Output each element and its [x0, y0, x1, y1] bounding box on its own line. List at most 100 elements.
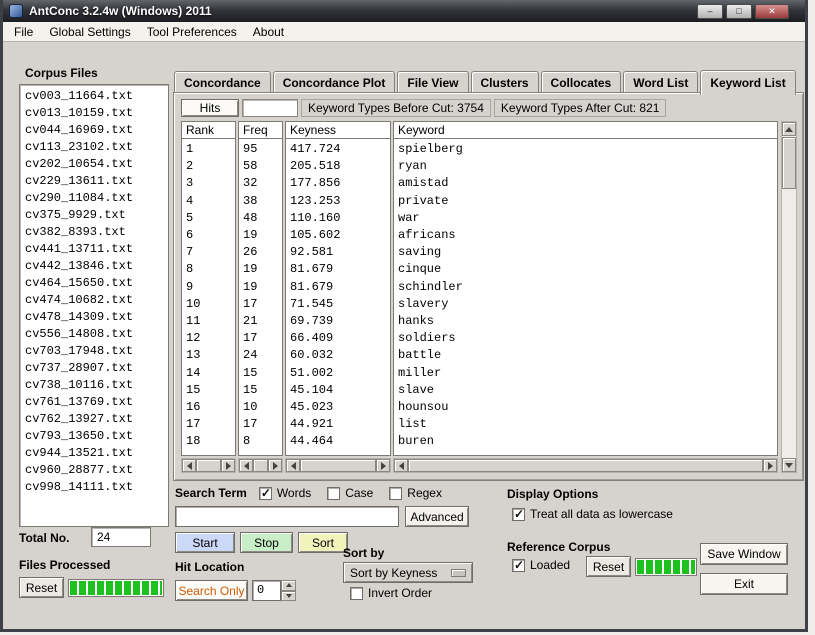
tab-concordance[interactable]: Concordance [174, 71, 271, 93]
scroll-right-button[interactable] [221, 459, 235, 472]
cell-keyness[interactable]: 123.253 [290, 193, 386, 210]
horizontal-scrollbar[interactable] [181, 458, 236, 473]
tab-file-view[interactable]: File View [397, 71, 468, 93]
cell-keyword[interactable]: ryan [398, 158, 773, 175]
hit-location-value[interactable]: 0 [252, 580, 281, 601]
scrollbar-thumb[interactable] [253, 459, 268, 472]
case-checkbox[interactable]: Case [327, 486, 373, 500]
sort-button[interactable]: Sort [298, 532, 348, 553]
files-reset-button[interactable]: Reset [19, 577, 64, 598]
cell-freq[interactable]: 24 [243, 347, 278, 364]
cell-keyword[interactable]: soldiers [398, 330, 773, 347]
invert-order-checkbox[interactable]: Invert Order [350, 586, 432, 600]
cell-rank[interactable]: 13 [186, 347, 231, 364]
corpus-file[interactable]: cv556_14808.txt [25, 326, 163, 343]
cell-rank[interactable]: 16 [186, 399, 231, 416]
search-only-button[interactable]: Search Only [175, 580, 248, 601]
corpus-file[interactable]: cv761_13769.txt [25, 394, 163, 411]
corpus-file[interactable]: cv998_14111.txt [25, 479, 163, 496]
cell-rank[interactable]: 3 [186, 175, 231, 192]
corpus-file-list[interactable]: cv003_11664.txtcv013_10159.txtcv044_1696… [19, 84, 169, 527]
scroll-right-button[interactable] [268, 459, 282, 472]
save-window-button[interactable]: Save Window [700, 543, 788, 565]
cell-freq[interactable]: 15 [243, 382, 278, 399]
cell-freq[interactable]: 19 [243, 279, 278, 296]
corpus-file[interactable]: cv442_13846.txt [25, 258, 163, 275]
lowercase-checkbox[interactable]: Treat all data as lowercase [512, 507, 673, 521]
hits-button[interactable]: Hits [181, 99, 239, 117]
cell-rank[interactable]: 4 [186, 193, 231, 210]
horizontal-scrollbar[interactable] [238, 458, 283, 473]
scrollbar-thumb[interactable] [196, 459, 221, 472]
cell-keyness[interactable]: 417.724 [290, 141, 386, 158]
tab-clusters[interactable]: Clusters [471, 71, 539, 93]
scroll-right-button[interactable] [763, 459, 777, 472]
cell-keyword[interactable]: amistad [398, 175, 773, 192]
corpus-file[interactable]: cv464_15650.txt [25, 275, 163, 292]
scroll-right-button[interactable] [376, 459, 390, 472]
menu-item-file[interactable]: File [6, 23, 41, 41]
spin-up-button[interactable] [281, 580, 296, 591]
cell-keyword[interactable]: battle [398, 347, 773, 364]
cell-keyness[interactable]: 45.104 [290, 382, 386, 399]
cell-keyword[interactable]: hanks [398, 313, 773, 330]
cell-keyword[interactable]: hounsou [398, 399, 773, 416]
menu-item-global-settings[interactable]: Global Settings [41, 23, 138, 41]
cell-freq[interactable]: 38 [243, 193, 278, 210]
corpus-file[interactable]: cv229_13611.txt [25, 173, 163, 190]
corpus-file[interactable]: cv762_13927.txt [25, 411, 163, 428]
cell-keyword[interactable]: slavery [398, 296, 773, 313]
cell-rank[interactable]: 8 [186, 261, 231, 278]
tab-collocates[interactable]: Collocates [541, 71, 622, 93]
cell-keyness[interactable]: 92.581 [290, 244, 386, 261]
cell-keyness[interactable]: 60.032 [290, 347, 386, 364]
cell-keyword[interactable]: slave [398, 382, 773, 399]
cell-freq[interactable]: 17 [243, 416, 278, 433]
cell-rank[interactable]: 10 [186, 296, 231, 313]
sort-by-dropdown[interactable]: Sort by Keyness [343, 562, 473, 583]
cell-keyness[interactable]: 105.602 [290, 227, 386, 244]
cell-keyness[interactable]: 66.409 [290, 330, 386, 347]
corpus-file[interactable]: cv113_23102.txt [25, 139, 163, 156]
cell-freq[interactable]: 48 [243, 210, 278, 227]
cell-keyword[interactable]: buren [398, 433, 773, 450]
cell-keyword[interactable]: saving [398, 244, 773, 261]
scroll-left-button[interactable] [239, 459, 253, 472]
cell-rank[interactable]: 6 [186, 227, 231, 244]
corpus-file[interactable]: cv738_10116.txt [25, 377, 163, 394]
cell-keyness[interactable]: 205.518 [290, 158, 386, 175]
horizontal-scrollbar[interactable] [285, 458, 391, 473]
cell-keyness[interactable]: 177.856 [290, 175, 386, 192]
scrollbar-track[interactable] [408, 459, 763, 472]
cell-freq[interactable]: 58 [243, 158, 278, 175]
close-button[interactable]: ✕ [755, 4, 789, 19]
cell-keyness[interactable]: 81.679 [290, 261, 386, 278]
minimize-button[interactable]: – [697, 4, 723, 19]
tab-concordance-plot[interactable]: Concordance Plot [273, 71, 396, 93]
corpus-file[interactable]: cv202_10654.txt [25, 156, 163, 173]
corpus-file[interactable]: cv441_13711.txt [25, 241, 163, 258]
corpus-file[interactable]: cv474_10682.txt [25, 292, 163, 309]
cell-freq[interactable]: 26 [243, 244, 278, 261]
advanced-button[interactable]: Advanced [405, 506, 469, 527]
corpus-file[interactable]: cv044_16969.txt [25, 122, 163, 139]
corpus-file[interactable]: cv003_11664.txt [25, 88, 163, 105]
words-checkbox[interactable]: Words [259, 486, 311, 500]
cell-freq[interactable]: 10 [243, 399, 278, 416]
corpus-file[interactable]: cv013_10159.txt [25, 105, 163, 122]
vertical-scrollbar[interactable] [781, 121, 797, 473]
cell-rank[interactable]: 5 [186, 210, 231, 227]
cell-rank[interactable]: 7 [186, 244, 231, 261]
hit-location-spinner[interactable]: 0 [252, 580, 296, 601]
cell-keyness[interactable]: 45.023 [290, 399, 386, 416]
cell-freq[interactable]: 19 [243, 227, 278, 244]
cell-rank[interactable]: 2 [186, 158, 231, 175]
cell-freq[interactable]: 19 [243, 261, 278, 278]
cell-keyword[interactable]: schindler [398, 279, 773, 296]
cell-keyword[interactable]: spielberg [398, 141, 773, 158]
cell-freq[interactable]: 32 [243, 175, 278, 192]
scroll-up-button[interactable] [782, 122, 796, 136]
horizontal-scrollbar[interactable] [393, 458, 778, 473]
spin-down-button[interactable] [281, 591, 296, 602]
cell-rank[interactable]: 9 [186, 279, 231, 296]
